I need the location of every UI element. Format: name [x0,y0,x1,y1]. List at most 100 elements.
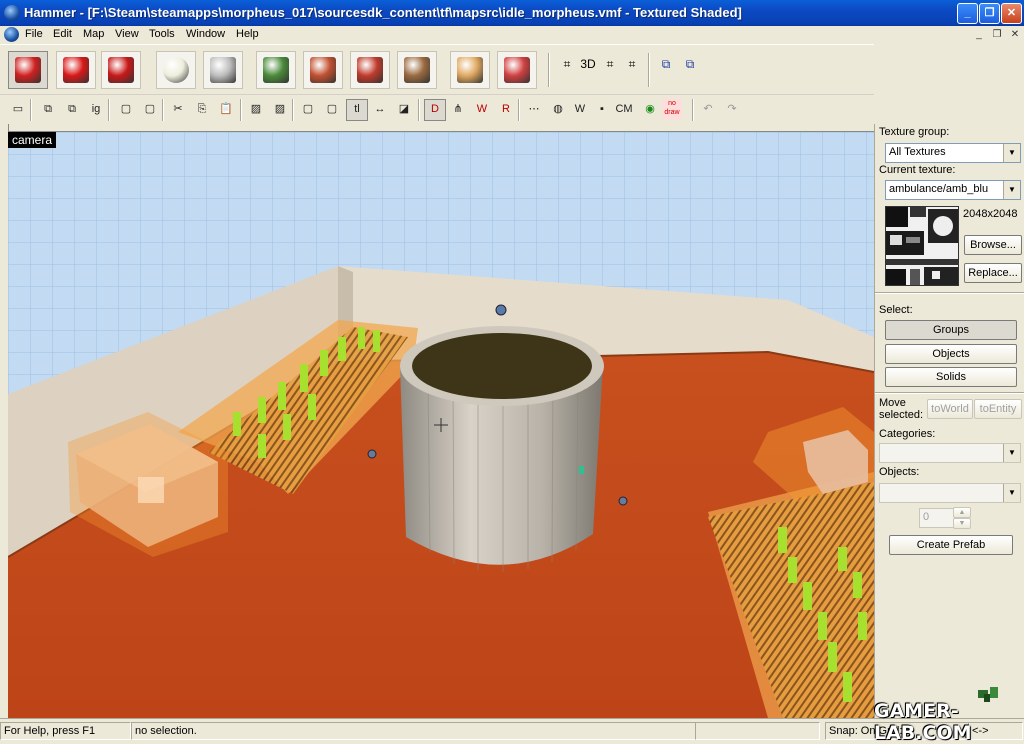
maximize-button[interactable]: ❐ [979,3,1000,24]
tool-button[interactable] [450,51,490,89]
minimize-button[interactable]: _ [957,3,978,24]
document-icon[interactable] [4,27,19,42]
dropdown-arrow-icon: ▼ [1003,144,1020,162]
texture-group-label: Texture group: [879,126,950,138]
toolbar-button[interactable]: ↶ [698,99,718,119]
tools-toolbar: ⌗ 3D ⌗ ⌗ ⧉ ⧉ [0,44,874,95]
toolbar-button[interactable]: ▢ [116,99,136,119]
tool-button[interactable] [303,51,343,89]
toolbar-button[interactable]: D [424,99,446,121]
toolbar-button[interactable]: ⧉ [62,99,82,119]
mdi-close-button[interactable]: ✕ [1008,28,1022,41]
menu-map[interactable]: Map [83,28,104,40]
tool-button[interactable] [350,51,390,89]
select-solids-button[interactable]: Solids [885,367,1017,387]
entity-marker[interactable] [618,496,628,506]
objects-select[interactable]: ▼ [879,483,1021,503]
barrel-interior [412,333,592,399]
tool-button[interactable] [256,51,296,89]
toolbar-separator [240,99,242,121]
grid-button[interactable]: 3D [578,54,598,74]
tool-button[interactable] [101,51,141,89]
grid-button[interactable]: ⌗ [557,54,577,74]
tool-button[interactable] [497,51,537,89]
menu-edit[interactable]: Edit [53,28,72,40]
menu-window[interactable]: Window [186,28,225,40]
toolbar-button[interactable]: ⋯ [524,99,544,119]
entity-marker[interactable] [367,449,377,459]
browse-button[interactable]: Browse... [964,235,1022,255]
toolbar-separator [108,99,110,121]
grid-button[interactable]: ⌗ [600,54,620,74]
toolbar-button[interactable]: ig [86,99,106,119]
prefab-count-value: 0 [923,511,930,523]
toolbar-button[interactable]: ◪ [394,99,414,119]
texture-group-select[interactable]: All Textures ▼ [885,143,1021,163]
tool-button[interactable] [203,51,243,89]
tool-button[interactable] [156,51,196,89]
toolbar-button[interactable]: ↔ [370,99,390,119]
to-entity-button[interactable]: toEntity [974,399,1022,419]
spin-down-button[interactable]: ▼ [953,518,971,529]
toolbar-button[interactable]: ▨ [246,99,266,119]
select-groups-button[interactable]: Groups [885,320,1017,340]
mdi-restore-button[interactable]: ❐ [990,28,1004,41]
toolbar-button[interactable]: ▢ [322,99,342,119]
toolbar-button[interactable]: ↷ [722,99,742,119]
menu-help[interactable]: Help [236,28,259,40]
toolbar-button[interactable]: ⋔ [448,99,468,119]
group-button[interactable]: ⧉ [656,54,676,74]
current-texture-value: ambulance/amb_blu [889,183,989,195]
entity-marker[interactable] [579,466,584,474]
mdi-minimize-button[interactable]: _ [972,28,986,41]
spin-up-button[interactable]: ▲ [953,507,971,518]
toolbar-button[interactable]: CM [614,99,634,119]
move-selected-label: Move [879,397,906,409]
toolbar-button[interactable]: ▢ [140,99,160,119]
create-prefab-button[interactable]: Create Prefab [889,535,1013,555]
toolbar-button[interactable]: ▨ [270,99,290,119]
dropdown-arrow-icon: ▼ [1003,484,1020,502]
toolbar-button[interactable]: ▭ [8,99,28,119]
selection-arrow-icon [15,57,41,83]
status-bar: For Help, press F1 no selection. Snap: O… [0,718,1024,743]
viewport-label[interactable]: camera [8,132,57,148]
window-title: Hammer - [F:\Steam\steamapps\morpheus_01… [24,5,742,20]
path-tool-icon [504,57,530,83]
prefab-count-input[interactable]: 0 [919,508,955,528]
grid-button[interactable]: ⌗ [622,54,642,74]
toolbar-button[interactable]: 📋 [216,99,236,119]
toolbar-button[interactable]: ⎘ [192,99,212,119]
toolbar-button[interactable]: ⧉ [38,99,58,119]
menu-tools[interactable]: Tools [149,28,175,40]
tool-button[interactable] [397,51,437,89]
toolbar-button[interactable]: ◉ [640,99,660,119]
toolbar-button[interactable]: no draw [662,99,682,119]
toolbar-button[interactable]: ▢ [298,99,318,119]
entity-marker[interactable] [495,304,507,316]
title-bar: Hammer - [F:\Steam\steamapps\morpheus_01… [0,0,1024,26]
toolbar-button[interactable]: R [496,99,516,119]
texture-group-value: All Textures [889,146,946,158]
replace-button[interactable]: Replace... [964,263,1022,283]
select-objects-button[interactable]: Objects [885,344,1017,364]
toolbar-separator [30,99,32,121]
toolbar-button[interactable]: ▪ [592,99,612,119]
toolbar-button[interactable]: ◍ [548,99,568,119]
menu-view[interactable]: View [115,28,139,40]
camera-viewport[interactable]: camera [8,131,874,718]
toolbar-button[interactable]: W [472,99,492,119]
group-button[interactable]: ⧉ [680,54,700,74]
hammer-app-icon [4,5,20,21]
current-texture-select[interactable]: ambulance/amb_blu ▼ [885,180,1021,200]
tool-button[interactable] [56,51,96,89]
categories-select[interactable]: ▼ [879,443,1021,463]
to-world-button[interactable]: toWorld [927,399,973,419]
toolbar-separator [292,99,294,121]
menu-file[interactable]: File [25,28,43,40]
toolbar-button[interactable]: tl [346,99,368,121]
toolbar-button[interactable]: W [570,99,590,119]
tool-button[interactable] [8,51,48,89]
toolbar-button[interactable]: ✂ [168,99,188,119]
close-button[interactable]: ✕ [1001,3,1022,24]
